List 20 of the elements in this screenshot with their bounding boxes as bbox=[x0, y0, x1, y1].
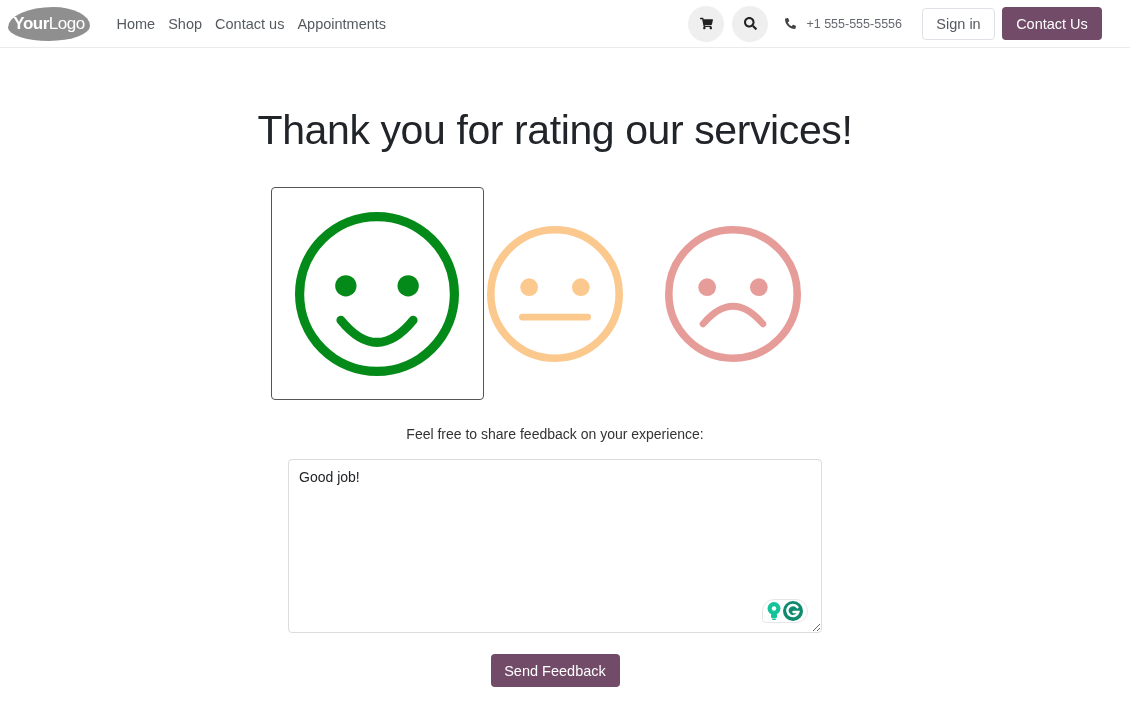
nav-link[interactable]: Home bbox=[110, 9, 162, 38]
nav-link[interactable]: Contact us bbox=[208, 9, 291, 38]
nav-link[interactable]: Appointments bbox=[290, 9, 393, 38]
lightbulb-icon bbox=[767, 602, 781, 620]
phone-number: +1 555-555-5556 bbox=[806, 16, 902, 31]
cart-icon bbox=[699, 17, 713, 30]
writing-assistant-badge[interactable] bbox=[762, 599, 808, 623]
sign-in-button[interactable]: Sign in bbox=[922, 7, 995, 40]
search-button[interactable] bbox=[732, 5, 769, 42]
cart-button[interactable] bbox=[688, 5, 725, 42]
page-heading: Thank you for rating our services! bbox=[257, 106, 853, 154]
g-logo-icon bbox=[783, 601, 803, 621]
contact-us-button[interactable]: Contact Us bbox=[1002, 7, 1102, 40]
nav-link[interactable]: Shop bbox=[161, 9, 209, 38]
feedback-label: Feel free to share feedback on your experience: bbox=[406, 425, 704, 444]
search-icon bbox=[743, 17, 757, 30]
phone-icon bbox=[785, 18, 797, 29]
feedback-field[interactable]: Good job! bbox=[288, 459, 822, 633]
selected-rating-option[interactable] bbox=[270, 187, 484, 400]
send-feedback-button[interactable]: Send Feedback bbox=[490, 654, 620, 687]
